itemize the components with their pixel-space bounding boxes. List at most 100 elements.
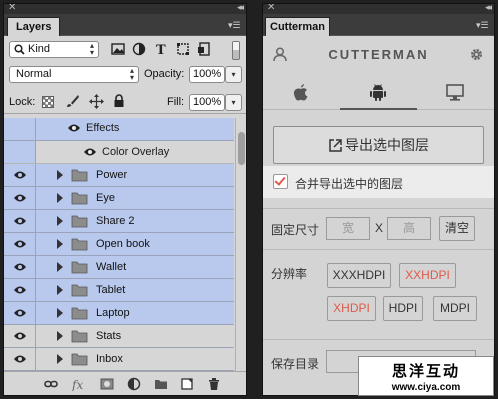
clear-size-button[interactable]: 清空 — [439, 216, 475, 241]
fill-input[interactable]: 100% — [189, 94, 225, 111]
merge-export-row[interactable]: 合并导出选中的图层 — [263, 166, 494, 198]
layer-row[interactable]: Laptop — [4, 302, 234, 325]
expand-triangle-icon[interactable] — [57, 216, 63, 226]
resolution-hdpi-button[interactable]: HDPI — [383, 296, 423, 321]
layer-row[interactable]: Power — [4, 164, 234, 187]
layer-row[interactable]: Share 2 — [4, 210, 234, 233]
filter-kind-select[interactable]: Kind ▴ ▾ — [9, 41, 99, 58]
close-icon[interactable]: ✕ — [8, 4, 16, 13]
gear-icon[interactable] — [469, 47, 484, 62]
export-selected-layers-button[interactable]: 导出选中图层 — [273, 126, 484, 164]
merge-export-label: 合并导出选中的图层 — [295, 177, 404, 191]
layer-row[interactable]: Stats — [4, 325, 234, 348]
image-filter-icon[interactable] — [111, 42, 125, 56]
resolution-label: 分辨率 — [271, 267, 308, 281]
opacity-input[interactable]: 100% — [189, 66, 225, 83]
checkmark-icon — [274, 174, 286, 186]
eye-cell — [4, 210, 36, 232]
resolution-xhdpi-button[interactable]: XHDPI — [327, 296, 376, 321]
link-icon[interactable] — [44, 377, 58, 391]
resolution-xxhdpi-button[interactable]: XXHDPI — [399, 263, 456, 288]
close-icon[interactable]: ✕ — [267, 4, 275, 13]
smart-object-filter-icon[interactable] — [197, 42, 211, 56]
eye-icon[interactable] — [13, 239, 27, 249]
tab-platform-ios[interactable] — [263, 74, 340, 110]
panel-menu-icon[interactable]: ▾☰ — [228, 20, 242, 30]
height-input[interactable]: 高 — [387, 217, 431, 240]
blend-mode-select[interactable]: Normal ▴ ▾ — [9, 66, 139, 83]
collapse-icon[interactable]: ◂◂ — [485, 4, 492, 13]
layers-scrollbar[interactable] — [235, 118, 246, 371]
new-layer-icon[interactable] — [180, 377, 194, 391]
tab-layers[interactable]: Layers — [7, 17, 61, 36]
scrollbar-thumb[interactable] — [238, 132, 245, 165]
expand-triangle-icon[interactable] — [57, 285, 63, 295]
color-overlay-label: Color Overlay — [102, 146, 170, 158]
folder-icon — [71, 238, 88, 251]
lock-pixels-brush-icon[interactable] — [65, 94, 80, 109]
eye-cell — [4, 164, 36, 186]
shape-filter-icon[interactable] — [176, 42, 190, 56]
brand-title: CUTTERMAN — [328, 47, 429, 62]
svg-text:fx: fx — [72, 378, 83, 391]
eye-icon[interactable] — [83, 147, 97, 157]
expand-triangle-icon[interactable] — [57, 331, 63, 341]
layer-name: Eye — [96, 192, 115, 204]
type-filter-icon[interactable]: T — [155, 42, 169, 56]
eye-icon[interactable] — [13, 331, 27, 341]
width-input[interactable]: 宽 — [326, 217, 370, 240]
layer-row[interactable]: Inbox — [4, 348, 234, 371]
eye-cell — [4, 233, 36, 255]
resolution-xxxhdpi-button[interactable]: XXXHDPI — [327, 263, 391, 288]
resolution-mdpi-button[interactable]: MDPI — [433, 296, 477, 321]
fill-dropdown-icon[interactable]: ▾ — [225, 94, 242, 111]
tab-cutterman[interactable]: Cutterman — [265, 17, 331, 36]
layer-row[interactable]: Open book — [4, 233, 234, 256]
expand-triangle-icon[interactable] — [57, 239, 63, 249]
trash-icon[interactable] — [207, 377, 221, 391]
layer-row[interactable]: Wallet — [4, 256, 234, 279]
color-overlay-row[interactable]: Color Overlay — [4, 141, 234, 164]
eye-cell — [4, 187, 36, 209]
filter-toggle-switch[interactable] — [232, 41, 240, 60]
eye-icon[interactable] — [13, 308, 27, 318]
tab-platform-desktop[interactable] — [417, 74, 494, 110]
folder-icon — [71, 307, 88, 320]
eye-cell — [4, 325, 36, 347]
layer-row[interactable]: Eye — [4, 187, 234, 210]
expand-triangle-icon[interactable] — [57, 354, 63, 364]
mask-icon[interactable] — [100, 377, 114, 391]
lock-all-icon[interactable] — [113, 94, 125, 108]
panel-tabbar: Cutterman ▾☰ — [263, 14, 494, 36]
opacity-dropdown-icon[interactable]: ▾ — [225, 66, 242, 83]
expand-triangle-icon[interactable] — [57, 262, 63, 272]
folder-icon — [71, 330, 88, 343]
watermark: 思洋互动 www.ciya.com — [358, 356, 494, 396]
eye-icon[interactable] — [13, 354, 27, 364]
eye-icon[interactable] — [13, 216, 27, 226]
expand-triangle-icon[interactable] — [57, 308, 63, 318]
eye-icon[interactable] — [13, 170, 27, 180]
fx-icon[interactable]: fx — [72, 377, 86, 391]
adjustment-filter-icon[interactable] — [132, 42, 146, 56]
cutterman-header: CUTTERMAN — [263, 37, 494, 71]
expand-triangle-icon[interactable] — [57, 193, 63, 203]
expand-triangle-icon[interactable] — [57, 170, 63, 180]
eye-icon[interactable] — [13, 193, 27, 203]
tab-platform-android[interactable] — [340, 74, 417, 110]
lock-position-move-icon[interactable] — [89, 94, 104, 109]
panel-menu-icon[interactable]: ▾☰ — [476, 20, 490, 30]
adjustment-icon[interactable] — [127, 377, 141, 391]
lock-transparent-icon[interactable] — [42, 96, 54, 108]
effects-row[interactable]: Effects — [4, 118, 234, 141]
lock-label: Lock: — [9, 96, 36, 108]
cutterman-panel: ✕ ◂◂ Cutterman ▾☰ CUTTERMAN 导出选中图层 合并导出选… — [262, 3, 495, 396]
layer-row[interactable]: Tablet — [4, 279, 234, 302]
eye-icon[interactable] — [13, 285, 27, 295]
merge-export-checkbox[interactable] — [273, 174, 288, 189]
group-icon[interactable] — [154, 377, 168, 391]
eye-icon[interactable] — [13, 262, 27, 272]
collapse-icon[interactable]: ◂◂ — [237, 4, 244, 13]
eye-icon[interactable] — [67, 123, 81, 133]
eye-cell — [4, 348, 36, 370]
